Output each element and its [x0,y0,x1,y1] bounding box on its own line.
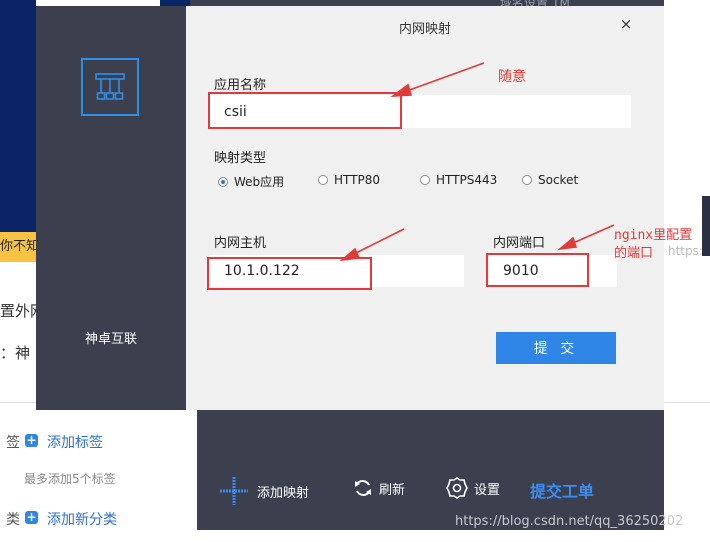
annotation-arrows [339,62,615,262]
annotation-note: 的端口 [614,246,654,261]
watermark: https://blog.csdn.net/qq_36250202 [455,514,684,529]
annotation-note: nginx里配置 [614,228,693,243]
annotation-note: 随意 [498,69,526,85]
